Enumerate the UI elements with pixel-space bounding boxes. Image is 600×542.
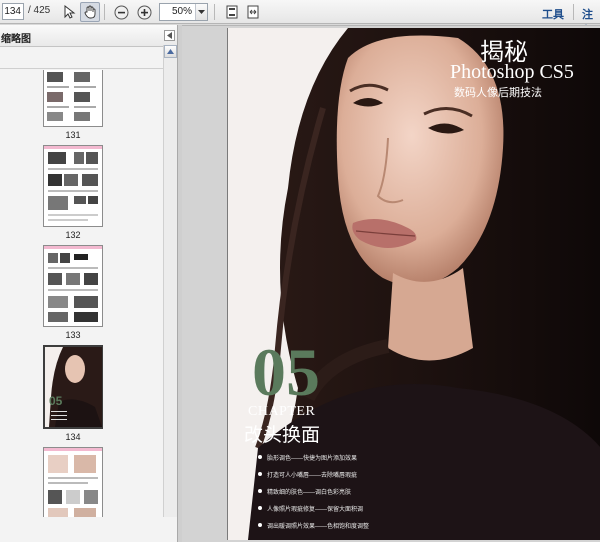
list-item: 精致细的肤色——调白色彩亮肤	[258, 484, 408, 498]
thumbnail-page[interactable]	[43, 245, 103, 327]
chevron-up-icon	[167, 49, 174, 54]
fit-width-button[interactable]	[243, 2, 263, 22]
thumbnail-list: 131 132 133 05 134	[0, 45, 163, 517]
thumbnail-page-selected[interactable]: 05	[43, 345, 103, 429]
fit-page-button[interactable]	[222, 2, 242, 22]
chevron-down-icon[interactable]	[195, 4, 207, 20]
chapter-word: CHAPTER	[248, 404, 316, 419]
thumbnail-page[interactable]	[43, 70, 103, 127]
chapter-contents-list: 胎形调色——快捷为图片添加效果 打造可人小嘴唇——去除嘴唇瑕疵 精致细的肤色——…	[258, 444, 408, 532]
zoom-value: 50%	[171, 6, 192, 17]
thumbnail-scrollbar[interactable]	[163, 45, 177, 517]
page-total: / 425	[28, 5, 51, 16]
book-tagline: 数码人像后期技法	[454, 86, 542, 99]
book-title-block: 揭秘 Photoshop CS5 数码人像后期技法	[450, 32, 600, 100]
collapse-panel-button[interactable]	[164, 30, 175, 41]
thumbnail-label: 133	[65, 330, 81, 340]
svg-text:05: 05	[49, 394, 63, 408]
tools-link[interactable]: 工具	[542, 6, 564, 22]
zoom-in-button[interactable]	[134, 2, 154, 22]
chapter-title: 改头换面	[244, 424, 321, 446]
thumbnail-label: 131	[65, 130, 81, 140]
thumbnail-label: 132	[65, 230, 81, 240]
scroll-up-button[interactable]	[164, 45, 177, 58]
thumbnail-page[interactable]	[43, 447, 103, 517]
chevron-left-icon	[167, 32, 172, 39]
toolbar: / 425 50% 工具 注释	[0, 0, 600, 37]
zoom-out-button[interactable]	[111, 2, 131, 22]
zoom-in-icon	[137, 5, 151, 19]
panel-title: 缩略图	[1, 34, 31, 45]
chapter-number: 05	[252, 334, 320, 410]
fit-width-icon	[247, 5, 259, 19]
hand-tool-button[interactable]	[80, 2, 100, 22]
cursor-icon	[64, 5, 76, 19]
fit-page-icon	[226, 5, 238, 19]
list-item: 胎形调色——快捷为图片添加效果	[258, 450, 408, 464]
hand-icon	[84, 5, 96, 19]
thumbnail-panel-header: 缩略图	[0, 25, 177, 47]
page-number-input[interactable]	[2, 3, 24, 20]
list-item: 人像照片瑕疵修复——保留大面积调	[258, 501, 408, 515]
thumbnail-label: 134	[65, 432, 81, 442]
list-item: 打造可人小嘴唇——去除嘴唇瑕疵	[258, 467, 408, 481]
document-view[interactable]: 揭秘 Photoshop CS5 数码人像后期技法 05 CHAPTER 改头换…	[182, 25, 600, 542]
zoom-select[interactable]: 50%	[159, 3, 208, 21]
select-tool-button[interactable]	[59, 2, 79, 22]
list-item: 调出暖调照片效果——色相饱和度调整	[258, 518, 408, 532]
document-page: 揭秘 Photoshop CS5 数码人像后期技法 05 CHAPTER 改头换…	[227, 28, 600, 540]
zoom-out-icon	[114, 5, 128, 19]
thumbnail-page[interactable]	[43, 145, 103, 227]
book-subtitle: Photoshop CS5	[450, 61, 574, 83]
